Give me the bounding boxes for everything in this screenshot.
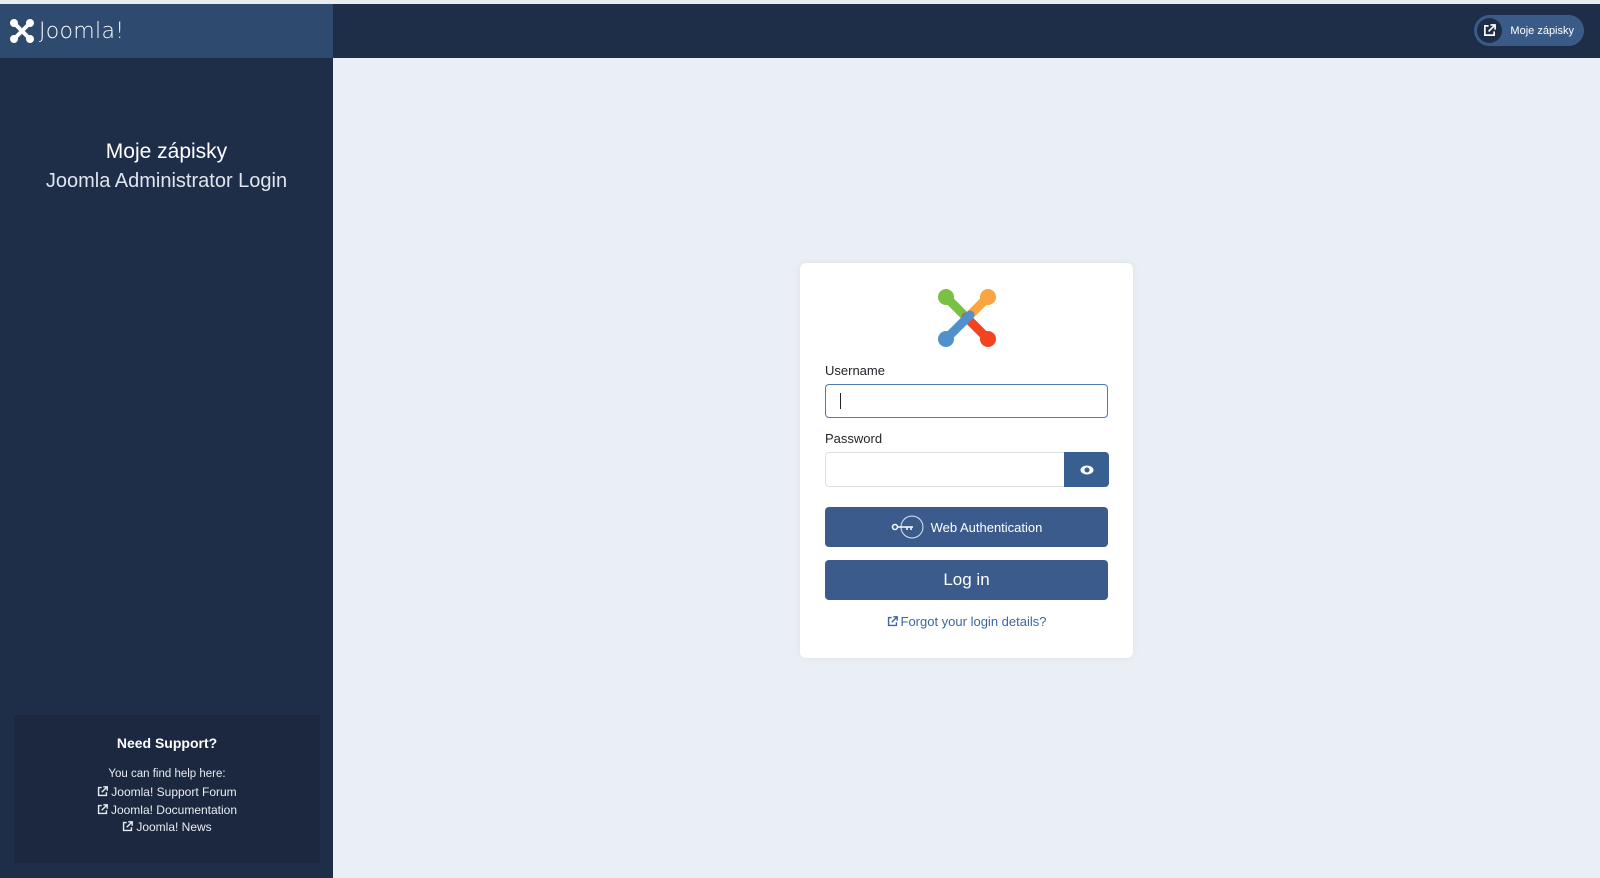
username-input[interactable] bbox=[825, 384, 1108, 418]
view-site-label: Moje zápisky bbox=[1510, 24, 1574, 37]
passkey-icon bbox=[891, 515, 924, 539]
view-site-button[interactable]: Moje zápisky bbox=[1474, 15, 1584, 46]
show-password-button[interactable] bbox=[1064, 452, 1109, 487]
external-link-icon bbox=[887, 616, 898, 627]
brand-logo[interactable]: Joomla! bbox=[0, 4, 333, 58]
login-subtitle: Joomla Administrator Login bbox=[45, 170, 288, 192]
news-link[interactable]: Joomla! News bbox=[14, 819, 320, 837]
site-name: Moje zápisky bbox=[105, 140, 228, 163]
web-authentication-button[interactable]: Web Authentication bbox=[825, 507, 1108, 547]
external-link-icon bbox=[97, 803, 108, 814]
support-forum-link[interactable]: Joomla! Support Forum bbox=[14, 784, 320, 802]
joomla-color-logo-icon bbox=[938, 289, 996, 347]
news-label: Joomla! News bbox=[136, 820, 212, 834]
eye-icon bbox=[1080, 465, 1093, 474]
brand-name: Joomla! bbox=[39, 18, 125, 44]
support-forum-label: Joomla! Support Forum bbox=[111, 785, 237, 799]
password-label: Password bbox=[825, 431, 883, 446]
external-link-icon bbox=[1477, 18, 1503, 43]
forgot-login-label: Forgot your login details? bbox=[900, 614, 1047, 629]
username-label: Username bbox=[825, 363, 885, 378]
password-input[interactable] bbox=[825, 452, 1065, 487]
login-button[interactable]: Log in bbox=[825, 560, 1108, 600]
login-card: Username Password Web Authentication Log… bbox=[800, 263, 1133, 658]
documentation-label: Joomla! Documentation bbox=[110, 802, 238, 817]
documentation-link[interactable]: Joomla! Documentation bbox=[14, 802, 320, 820]
support-help-text: You can find help here: bbox=[108, 768, 226, 780]
support-title: Need Support? bbox=[116, 735, 218, 751]
text-caret bbox=[840, 393, 841, 409]
support-panel: Need Support? You can find help here: Jo… bbox=[14, 715, 320, 863]
joomla-logo-icon bbox=[10, 19, 34, 43]
external-link-icon bbox=[123, 821, 134, 832]
header: Joomla! Moje zápisky bbox=[0, 4, 1600, 58]
web-authentication-label: Web Authentication bbox=[930, 519, 1043, 535]
forgot-login-link[interactable]: Forgot your login details? bbox=[800, 614, 1133, 629]
login-label: Log in bbox=[943, 570, 990, 589]
external-link-icon bbox=[98, 786, 109, 797]
sidebar: Moje zápisky Joomla Administrator Login … bbox=[0, 58, 333, 878]
